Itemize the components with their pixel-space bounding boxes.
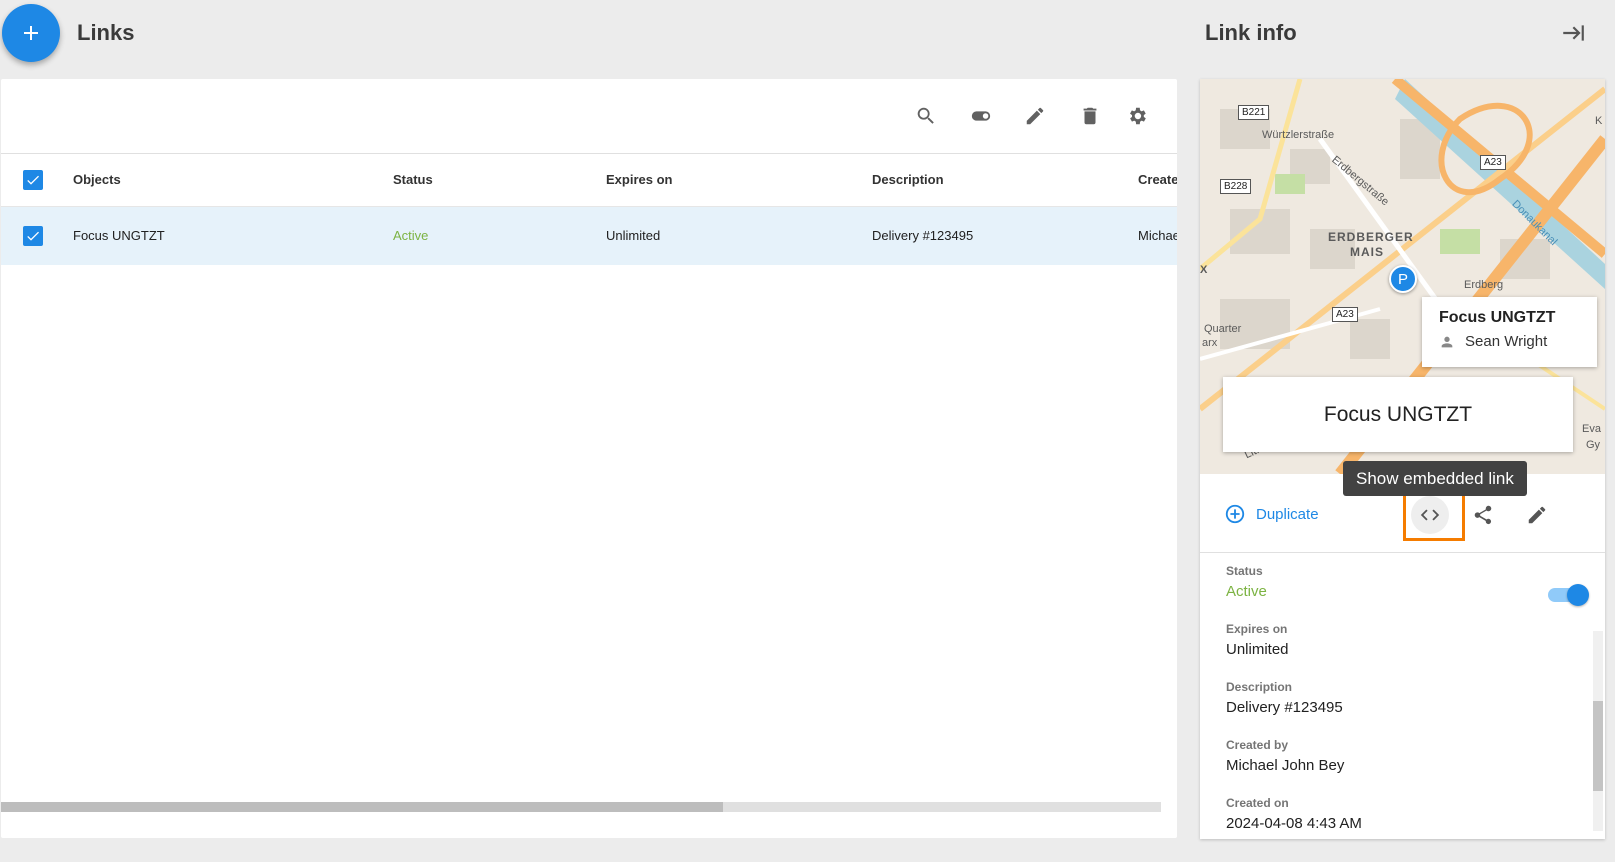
map-label: Eva (1582, 423, 1601, 435)
map-label: Quarter (1204, 323, 1242, 335)
toggle-icon (971, 111, 991, 121)
person-icon (1441, 336, 1453, 347)
map-label: ERDBERGER (1328, 230, 1414, 244)
link-info-card: B221 B228 A23 A23 Würtzlerstraße Erdberg… (1200, 79, 1605, 839)
edit-icon (1026, 107, 1044, 125)
edit-link-button[interactable] (1518, 496, 1556, 534)
road-shield: A23 (1332, 307, 1358, 322)
column-header-objects[interactable]: Objects (73, 154, 393, 207)
row-checkbox[interactable] (23, 225, 43, 246)
settings-button[interactable] (1122, 101, 1152, 131)
map-label: arx (1202, 337, 1218, 349)
search-button[interactable] (911, 101, 941, 131)
delete-icon (1083, 107, 1097, 125)
share-icon (1474, 505, 1492, 525)
embed-link-button[interactable] (1411, 496, 1449, 534)
duplicate-label: Duplicate (1256, 505, 1319, 523)
page-title: Links (77, 20, 135, 45)
horizontal-scrollbar[interactable] (1, 802, 1161, 812)
code-icon (1420, 509, 1440, 521)
embed-link-tooltip: Show embedded link (1343, 461, 1527, 496)
popup-title: Focus UNGTZT (1439, 309, 1556, 326)
status-value: Active (1226, 583, 1267, 600)
duplicate-button[interactable]: Duplicate (1224, 503, 1319, 525)
field-label: Description (1226, 680, 1293, 694)
cell-expires: Unlimited (606, 206, 872, 265)
map-label: Würtzlerstraße (1262, 129, 1335, 141)
created-on-field: Created on 2024-04-08 4:43 AM (1226, 796, 1586, 832)
cell-description: Delivery #123495 (872, 206, 1138, 265)
field-value: 2024-04-08 4:43 AM (1226, 815, 1362, 832)
field-value: Unlimited (1226, 641, 1289, 658)
add-circle-icon (1225, 504, 1245, 524)
table-row[interactable]: Focus UNGTZT Active Unlimited Delivery #… (1, 206, 1177, 265)
map-label: Gy (1586, 439, 1601, 451)
cell-status: Active (393, 206, 606, 265)
panel-title: Link info (1205, 20, 1297, 45)
field-label: Created on (1226, 796, 1289, 810)
toggle-knob (1567, 584, 1589, 606)
description-field: Description Delivery #123495 (1226, 680, 1586, 716)
status-field: Status Active (1226, 564, 1589, 606)
field-value: Michael John Bey (1226, 757, 1345, 774)
scrollbar-thumb[interactable] (1593, 701, 1603, 791)
expires-field: Expires on Unlimited (1226, 622, 1586, 658)
delete-button[interactable] (1075, 101, 1105, 131)
vertical-scrollbar[interactable] (1593, 631, 1603, 831)
map-label: K (1595, 115, 1603, 127)
field-value: Delivery #123495 (1226, 699, 1343, 716)
link-details: Status Active Expires on Unlimited Descr… (1226, 554, 1589, 832)
add-link-button[interactable] (2, 4, 60, 62)
plus-icon (24, 26, 38, 40)
map-popup: Focus UNGTZT Sean Wright (1422, 297, 1597, 367)
object-name-box: Focus UNGTZT (1223, 377, 1573, 452)
column-header-expires[interactable]: Expires on (606, 154, 872, 207)
check-icon (27, 175, 39, 185)
popup-user: Sean Wright (1439, 333, 1580, 350)
collapse-panel-button[interactable] (1560, 20, 1586, 46)
links-table-card: Objects Status Expires on Description Cr… (1, 79, 1177, 838)
share-button[interactable] (1464, 496, 1502, 534)
check-icon (27, 231, 39, 241)
road-shield: A23 (1480, 155, 1506, 170)
field-label: Status (1226, 564, 1263, 578)
map-pin[interactable]: P (1389, 265, 1417, 293)
collapse-right-icon (1563, 25, 1584, 41)
search-icon (917, 107, 934, 124)
edit-button[interactable] (1020, 101, 1050, 131)
toggle-status-button[interactable] (966, 101, 996, 131)
edit-icon (1528, 506, 1546, 524)
road-shield: B228 (1220, 179, 1252, 194)
map-label: MAIS (1350, 245, 1384, 259)
table-header-row: Objects Status Expires on Description Cr… (1, 154, 1177, 207)
select-all-checkbox[interactable] (23, 169, 43, 190)
map-label: Erdberg (1464, 279, 1504, 291)
column-header-description[interactable]: Description (872, 154, 1138, 207)
column-header-status[interactable]: Status (393, 154, 606, 207)
scrollbar-thumb[interactable] (1, 802, 723, 812)
field-label: Created by (1226, 738, 1289, 752)
created-by-field: Created by Michael John Bey (1226, 738, 1586, 774)
settings-icon (1130, 107, 1146, 125)
table-toolbar (1, 79, 1177, 153)
map-view[interactable]: B221 B228 A23 A23 Würtzlerstraße Erdberg… (1200, 79, 1605, 474)
cell-created-by: Michae (1138, 206, 1177, 265)
map-label: X (1200, 264, 1208, 276)
road-shield: B221 (1238, 105, 1270, 120)
cell-object: Focus UNGTZT (73, 206, 393, 265)
links-table: Objects Status Expires on Description Cr… (1, 154, 1177, 265)
column-header-created-by[interactable]: Create (1138, 154, 1177, 207)
field-label: Expires on (1226, 622, 1288, 636)
popup-user-name: Sean Wright (1465, 333, 1548, 350)
status-toggle[interactable] (1548, 584, 1589, 606)
